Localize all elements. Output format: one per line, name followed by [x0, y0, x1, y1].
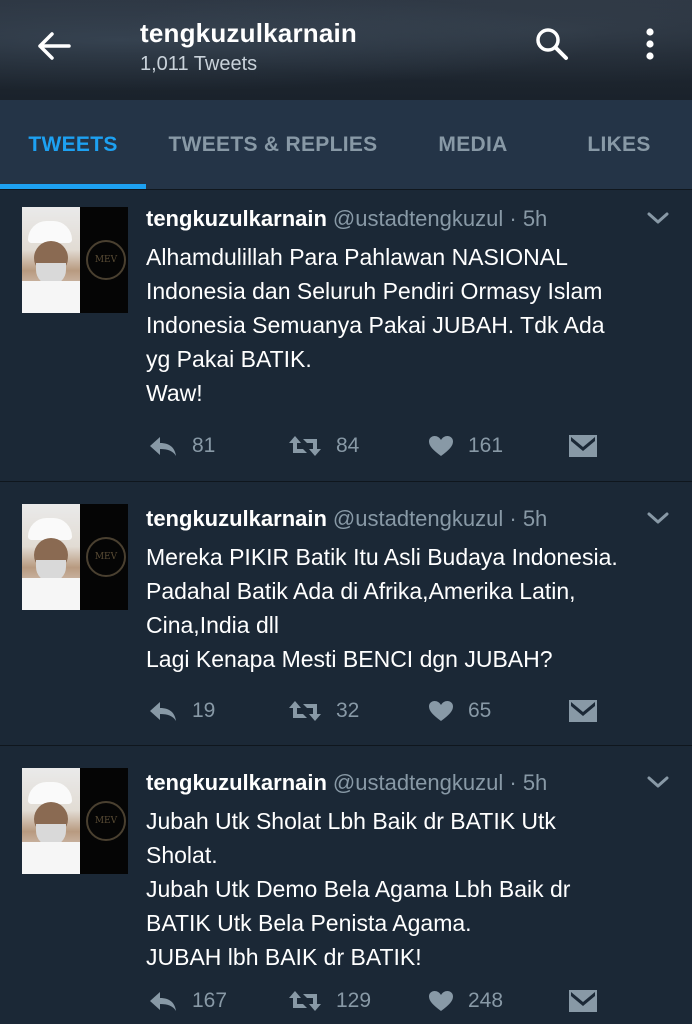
like-count: 65 — [468, 699, 492, 722]
tweet-line: JUBAH lbh BAIK dr BATIK! — [146, 944, 422, 970]
retweet-icon — [288, 989, 322, 1013]
tweet-menu-button[interactable] — [646, 510, 672, 530]
emblem-logo: MEV — [86, 801, 126, 841]
retweet-button[interactable]: 129 — [288, 986, 371, 1016]
retweet-count: 32 — [336, 699, 360, 722]
tweet-line: Lagi Kenapa Mesti BENCI dgn JUBAH? — [146, 646, 553, 672]
tweet[interactable]: MEV tengkuzulkarnain @ustadtengkuzul · 5h… — [0, 190, 692, 482]
back-button[interactable] — [32, 26, 76, 70]
tweet-timeline: MEV tengkuzulkarnain @ustadtengkuzul · 5h… — [0, 190, 692, 1024]
like-count: 161 — [468, 434, 504, 457]
author-name[interactable]: tengkuzulkarnain — [146, 206, 327, 231]
emblem-logo: MEV — [86, 537, 126, 577]
reply-icon — [148, 990, 178, 1012]
tweet-line: BATIK Utk Bela Penista Agama. — [146, 910, 472, 936]
search-button[interactable] — [530, 24, 574, 68]
avatar[interactable]: MEV — [22, 504, 128, 610]
back-arrow-icon — [37, 31, 71, 66]
author-name[interactable]: tengkuzulkarnain — [146, 506, 327, 531]
like-button[interactable]: 161 — [428, 431, 503, 461]
retweet-count: 129 — [336, 989, 372, 1012]
tweet-text: Alhamdulillah Para Pahlawan NASIONAL Ind… — [146, 240, 676, 410]
chevron-down-icon — [646, 212, 670, 230]
retweet-icon — [288, 699, 322, 723]
heart-icon — [428, 435, 454, 457]
tweet-line: Indonesia dan Seluruh Pendiri Ormasy Isl… — [146, 278, 603, 304]
retweet-count: 84 — [336, 434, 360, 457]
avatar[interactable]: MEV — [22, 768, 128, 874]
author-handle[interactable]: @ustadtengkuzul — [333, 770, 503, 795]
tab-likes[interactable]: LIKES — [546, 100, 692, 190]
profile-title: tengkuzulkarnain — [140, 18, 358, 48]
direct-message-button[interactable] — [568, 986, 598, 1016]
more-options-button[interactable] — [628, 24, 672, 68]
like-count: 248 — [468, 989, 504, 1012]
profile-header: tengkuzulkarnain 1,011 Tweets — [0, 0, 692, 100]
reply-count: 167 — [192, 989, 228, 1012]
tweet[interactable]: MEV tengkuzulkarnain @ustadtengkuzul · 5h… — [0, 482, 692, 746]
retweet-icon — [288, 434, 322, 458]
tab-media[interactable]: MEDIA — [400, 100, 546, 190]
author-handle[interactable]: @ustadtengkuzul — [333, 506, 503, 531]
reply-count: 19 — [192, 699, 216, 722]
tweet-text: Jubah Utk Sholat Lbh Baik dr BATIK Utk S… — [146, 804, 676, 974]
tab-tweets-replies[interactable]: TWEETS & REPLIES — [146, 100, 400, 190]
chevron-down-icon — [646, 776, 670, 794]
direct-message-button[interactable] — [568, 696, 598, 726]
tweet-time: · 5h — [509, 206, 548, 231]
tweet-line: yg Pakai BATIK. — [146, 346, 312, 372]
profile-tabs: TWEETS TWEETS & REPLIES MEDIA LIKES — [0, 100, 692, 190]
tweet-line: Mereka PIKIR Batik Itu Asli Budaya Indon… — [146, 544, 618, 570]
direct-message-icon — [568, 699, 598, 723]
emblem-logo: MEV — [86, 240, 126, 280]
heart-icon — [428, 990, 454, 1012]
reply-button[interactable]: 19 — [148, 696, 215, 726]
tweet-text: Mereka PIKIR Batik Itu Asli Budaya Indon… — [146, 540, 676, 676]
tweet-line: Indonesia Semuanya Pakai JUBAH. Tdk Ada — [146, 312, 605, 338]
tweet-menu-button[interactable] — [646, 774, 672, 794]
author-handle[interactable]: @ustadtengkuzul — [333, 206, 503, 231]
direct-message-button[interactable] — [568, 431, 598, 461]
like-button[interactable]: 65 — [428, 696, 491, 726]
tweet[interactable]: MEV tengkuzulkarnain @ustadtengkuzul · 5h… — [0, 746, 692, 1024]
direct-message-icon — [568, 989, 598, 1013]
tweet-line: Alhamdulillah Para Pahlawan NASIONAL — [146, 244, 568, 270]
chevron-down-icon — [646, 512, 670, 530]
tweet-line: Cina,India dll — [146, 612, 279, 638]
tweet-count: 1,011 Tweets — [140, 53, 258, 75]
author-name[interactable]: tengkuzulkarnain — [146, 770, 327, 795]
tweet-header: tengkuzulkarnain @ustadtengkuzul · 5h — [146, 770, 547, 796]
reply-icon — [148, 700, 178, 722]
tweet-header: tengkuzulkarnain @ustadtengkuzul · 5h — [146, 206, 547, 232]
tweet-menu-button[interactable] — [646, 210, 672, 230]
avatar[interactable]: MEV — [22, 207, 128, 313]
tweet-time: · 5h — [509, 770, 548, 795]
tweet-line: Waw! — [146, 380, 203, 406]
direct-message-icon — [568, 434, 598, 458]
heart-icon — [428, 700, 454, 722]
reply-icon — [148, 435, 178, 457]
retweet-button[interactable]: 32 — [288, 696, 359, 726]
tweet-line: Sholat. — [146, 842, 218, 868]
retweet-button[interactable]: 84 — [288, 431, 359, 461]
more-vertical-icon — [645, 27, 655, 66]
tweet-header: tengkuzulkarnain @ustadtengkuzul · 5h — [146, 506, 547, 532]
tab-tweets[interactable]: TWEETS — [0, 100, 146, 190]
header-banner — [0, 0, 692, 100]
like-button[interactable]: 248 — [428, 986, 503, 1016]
reply-button[interactable]: 167 — [148, 986, 227, 1016]
tweet-line: Jubah Utk Sholat Lbh Baik dr BATIK Utk — [146, 808, 556, 834]
tweet-line: Jubah Utk Demo Bela Agama Lbh Baik dr — [146, 876, 571, 902]
tweet-line: Padahal Batik Ada di Afrika,Amerika Lati… — [146, 578, 576, 604]
reply-count: 81 — [192, 434, 216, 457]
active-tab-indicator — [0, 184, 146, 189]
reply-button[interactable]: 81 — [148, 431, 215, 461]
tweet-time: · 5h — [509, 506, 548, 531]
search-icon — [535, 27, 569, 66]
